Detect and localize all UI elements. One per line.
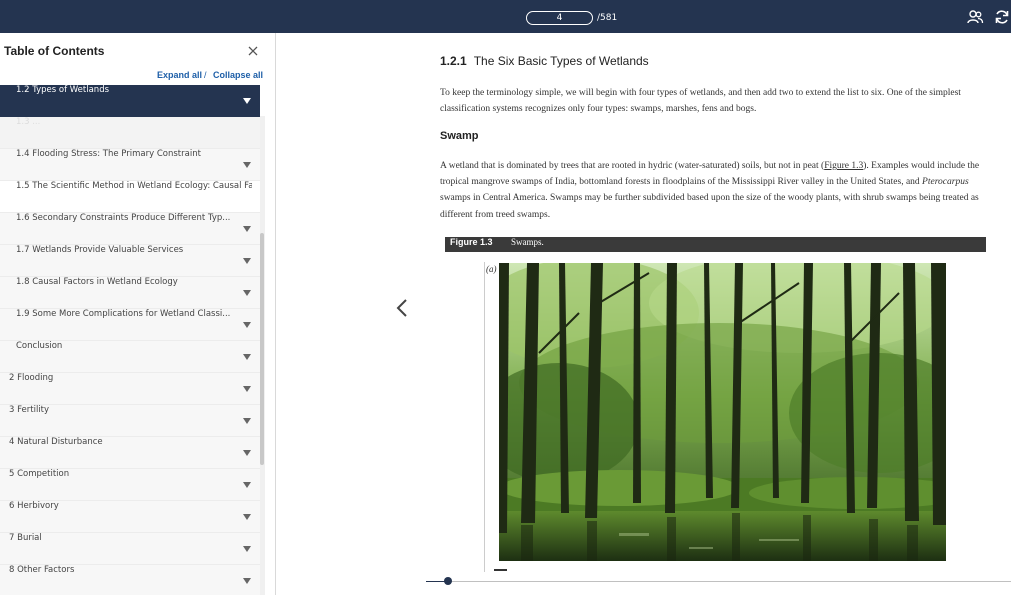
chevron-down-icon[interactable] [243,162,251,168]
toc-item-fertility[interactable]: 3 Fertility [0,405,260,437]
users-icon[interactable] [966,8,984,26]
chevron-down-icon[interactable] [243,226,251,232]
toc-item-burial[interactable]: 7 Burial [0,533,260,565]
chevron-down-icon[interactable] [243,354,251,360]
top-toolbar: 4 /581 [0,0,1011,33]
figure-caption-bar: Figure 1.3 Swamps. [445,237,986,252]
paragraph-text: A wetland that is dominated by trees tha… [440,161,825,171]
toc-item-label: 6 Herbivory [9,501,59,511]
figure-link[interactable]: Figure 1.3 [824,161,863,171]
chevron-down-icon[interactable] [243,98,251,104]
toc-item-label: 8 Other Factors [9,565,75,575]
figure-label: Figure 1.3 [450,237,493,247]
chevron-down-icon[interactable] [243,546,251,552]
paragraph-swamp: A wetland that is dominated by trees tha… [440,158,988,223]
chevron-down-icon[interactable] [243,290,251,296]
page-number-input[interactable]: 4 [526,11,593,25]
toc-item-secondary-constraints[interactable]: 1.6 Secondary Constraints Produce Differ… [0,213,260,245]
toc-item-types-of-wetlands[interactable]: 1.2 Types of Wetlands [0,85,260,117]
paragraph-text: swamps in Central America. Swamps may be… [440,193,979,220]
toc-item-label: 1.7 Wetlands Provide Valuable Services [16,245,184,255]
page-total: /581 [597,13,618,23]
toc-title: Table of Contents [4,44,105,58]
close-icon[interactable] [246,44,260,58]
chevron-down-icon[interactable] [243,482,251,488]
toc-item-label: 3 Fertility [9,405,50,415]
chevron-down-icon[interactable] [243,514,251,520]
toc-item-other-factors[interactable]: 8 Other Factors [0,565,260,595]
toc-scrollbar-thumb[interactable] [260,233,264,465]
toc-item-valuable-services[interactable]: 1.7 Wetlands Provide Valuable Services [0,245,260,277]
toc-item-flooding[interactable]: 2 Flooding [0,373,260,405]
figure-caption: Swamps. [511,237,544,247]
chevron-down-icon[interactable] [243,418,251,424]
chevron-down-icon[interactable] [243,578,251,584]
refresh-icon[interactable] [993,8,1011,26]
paragraph-intro: To keep the terminology simple, we will … [440,88,961,115]
paragraph-italic: Pterocarpus [922,177,969,188]
toc-item-more-complications[interactable]: 1.9 Some More Complications for Wetland … [0,309,260,341]
toc-item-label: 1.8 Causal Factors in Wetland Ecology [16,277,178,287]
toc-item-flooding-stress[interactable]: 1.4 Flooding Stress: The Primary Constra… [0,149,260,181]
collapse-all-link[interactable]: Collapse all [213,70,263,80]
section-title: The Six Basic Types of Wetlands [473,54,649,68]
toc-item-causal-factors[interactable]: 1.8 Causal Factors in Wetland Ecology [0,277,260,309]
expand-all-link[interactable]: Expand all [157,70,202,80]
toc-item-competition[interactable]: 5 Competition [0,469,260,501]
toc-item-label: Conclusion [16,341,63,351]
toc-item-label: 5 Competition [9,469,70,479]
chevron-down-icon[interactable] [243,386,251,392]
toc-item-label: 7 Burial [9,533,42,543]
toc-item-label: 4 Natural Disturbance [9,437,103,447]
chevron-left-icon[interactable] [395,298,409,318]
toc-item-label: 1.9 Some More Complications for Wetland … [16,309,231,319]
toc-item-natural-disturbance[interactable]: 4 Natural Disturbance [0,437,260,469]
chevron-down-icon[interactable] [243,322,251,328]
photo-indicator [494,569,507,571]
toc-item-label: 1.2 Types of Wetlands [16,85,110,95]
toc-item-label: 1.6 Secondary Constraints Produce Differ… [16,213,231,223]
toc-item-label: 1.3 ... [16,117,41,127]
section-heading: 1.2.1 The Six Basic Types of Wetlands [440,54,649,68]
section-number: 1.2.1 [440,54,467,68]
toc-item-faded[interactable]: 1.3 ... [0,117,260,149]
reading-progress-track[interactable] [426,581,1011,582]
link-separator: / [204,70,207,80]
toc-item-scientific-method[interactable]: 1.5 The Scientific Method in Wetland Eco… [0,181,260,213]
swamp-photo [499,263,946,561]
toc-sidebar: Table of Contents Expand all / Collapse … [0,33,276,595]
chevron-down-icon[interactable] [243,450,251,456]
toc-item-label: 2 Flooding [9,373,54,383]
chevron-down-icon[interactable] [243,258,251,264]
subheading-swamp: Swamp [440,130,479,142]
figure-sub-label: (a) [486,264,497,274]
toc-item-conclusion[interactable]: Conclusion [0,341,260,373]
toc-item-label: 1.5 The Scientific Method in Wetland Eco… [16,181,252,191]
toc-item-label: 1.4 Flooding Stress: The Primary Constra… [16,149,201,159]
toc-item-herbivory[interactable]: 6 Herbivory [0,501,260,533]
toc-list: 1.2 Types of Wetlands 1.3 ... 1.4 Floodi… [0,85,260,595]
reading-progress-knob[interactable] [444,577,452,585]
